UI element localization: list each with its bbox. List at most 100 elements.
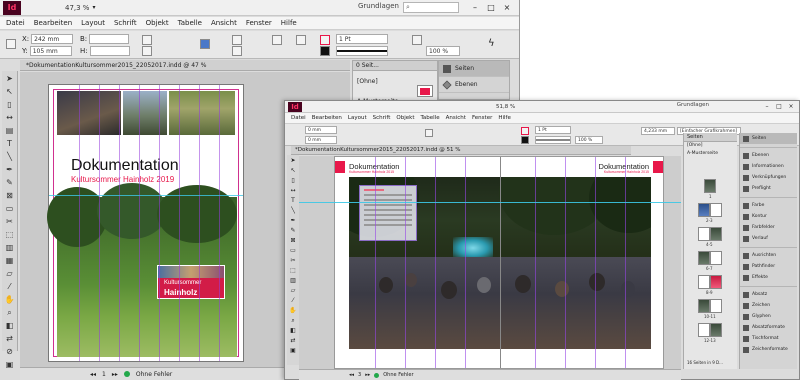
chevron-down-icon[interactable]: ▾ (92, 4, 95, 11)
stroke-type-select[interactable] (535, 136, 571, 144)
preflight-status[interactable]: Ohne Fehler (136, 371, 172, 378)
y-position-field[interactable]: 105 mm (29, 46, 72, 56)
master-none-item[interactable]: [Ohne] (684, 142, 737, 150)
dock-swatches[interactable]: Farbfelder (740, 222, 797, 233)
dock-layers[interactable]: Ebenen (439, 77, 509, 93)
page-thumbnail[interactable] (710, 251, 722, 265)
dock-character[interactable]: Zeichen (740, 300, 797, 311)
stroke-weight-field[interactable]: 1 Pt (535, 126, 571, 134)
note-tool-icon[interactable]: ▱ (289, 287, 298, 295)
selection-tool-icon[interactable]: ➤ (4, 73, 16, 84)
spread-subtitle-left[interactable]: Kultursommer Hainholz 2015 (349, 170, 394, 174)
menu-bearbeiten[interactable]: Bearbeiten (34, 19, 72, 27)
page-thumbnail[interactable] (710, 227, 722, 241)
direct-selection-tool-icon[interactable]: ↖ (289, 167, 298, 175)
menu-tabelle[interactable]: Tabelle (420, 115, 439, 121)
menu-ansicht[interactable]: Ansicht (446, 115, 466, 121)
dock-preflight[interactable]: Preflight (740, 183, 797, 194)
gradient-feather-tool-icon[interactable]: ▦ (4, 255, 16, 266)
rectangle-frame-tool-icon[interactable]: ⊠ (4, 190, 16, 201)
first-page-icon[interactable]: ◂◂ (90, 371, 96, 378)
search-input[interactable]: ⌕ (403, 2, 459, 13)
pen-tool-icon[interactable]: ✒ (289, 217, 298, 225)
last-page-icon[interactable]: ▸▸ (112, 371, 118, 378)
page-tool-icon[interactable]: ▯ (4, 99, 16, 110)
close-icon[interactable]: × (501, 2, 513, 13)
page-thumbnail[interactable] (698, 203, 710, 217)
dock-stroke[interactable]: Kontur (740, 211, 797, 222)
rectangle-tool-icon[interactable]: ▭ (289, 247, 298, 255)
swap-colors-icon[interactable]: ⇄ (4, 333, 16, 344)
master-a-item[interactable]: A-Musterseite (684, 150, 737, 158)
height-field[interactable] (89, 46, 130, 56)
y-position-field[interactable]: 0 mm (305, 136, 337, 144)
document-canvas[interactable]: Dokumentation Kultursommer Hainholz 2015… (299, 156, 681, 369)
rotate-icon[interactable] (232, 35, 242, 45)
line-tool-icon[interactable]: ╲ (4, 151, 16, 162)
menu-layout[interactable]: Layout (81, 19, 105, 27)
minimize-icon[interactable]: – (761, 101, 773, 112)
free-transform-tool-icon[interactable]: ⬚ (289, 267, 298, 275)
menu-bearbeiten[interactable]: Bearbeiten (312, 115, 342, 121)
shear-icon[interactable] (232, 46, 242, 56)
rectangle-tool-icon[interactable]: ▭ (4, 203, 16, 214)
stroke-icon[interactable] (320, 46, 330, 56)
page-thumbnail[interactable] (698, 299, 710, 313)
free-transform-tool-icon[interactable]: ⬚ (4, 229, 16, 240)
menu-objekt[interactable]: Objekt (396, 115, 414, 121)
dock-info[interactable]: Informationen (740, 161, 797, 172)
stroke-weight-field[interactable]: 1 Pt (336, 34, 388, 44)
type-tool-icon[interactable]: T (289, 197, 298, 205)
document-tab[interactable]: *DokumentationKultursommer2015_22052017.… (20, 60, 350, 71)
eyedropper-tool-icon[interactable]: ⁄ (4, 281, 16, 292)
gradient-tool-icon[interactable]: ▥ (4, 242, 16, 253)
pencil-tool-icon[interactable]: ✎ (289, 227, 298, 235)
menu-datei[interactable]: Datei (291, 115, 306, 121)
page-cover[interactable]: Dokumentation Kultursommer Hainholz 2019… (47, 84, 244, 362)
pencil-tool-icon[interactable]: ✎ (4, 177, 16, 188)
page-number-field[interactable]: 1 (102, 371, 106, 378)
hand-tool-icon[interactable]: ✋ (289, 307, 298, 315)
screen-mode-icon[interactable]: ▣ (4, 359, 16, 370)
dock-pages[interactable]: Seiten (439, 61, 509, 77)
dock-gradient[interactable]: Verlauf (740, 233, 797, 244)
first-page-icon[interactable]: ◂◂ (349, 372, 354, 378)
screen-mode-icon[interactable]: ▣ (289, 347, 298, 355)
banner-image[interactable]: Kultursommer Hainholz (157, 265, 225, 299)
fill-icon[interactable] (320, 35, 330, 45)
constrain-icon[interactable] (425, 129, 433, 137)
selection-tool-icon[interactable]: ➤ (289, 157, 298, 165)
preflight-status[interactable]: Ohne Fehler (383, 372, 413, 378)
fill-stroke-swatch-icon[interactable]: ◧ (289, 327, 298, 335)
pages-panel-tab[interactable]: Seiten (684, 133, 737, 142)
constrain-icon[interactable] (200, 39, 210, 49)
page-tool-icon[interactable]: ▯ (289, 177, 298, 185)
content-collector-icon[interactable]: ▤ (4, 125, 16, 136)
zoom-level[interactable]: 47,3 % (65, 4, 89, 12)
dock-table-styles[interactable]: Tischformat (740, 333, 797, 344)
scale-icon[interactable] (142, 35, 152, 45)
menu-fenster[interactable]: Fenster (246, 19, 272, 27)
dock-pages[interactable]: Seiten (740, 133, 797, 144)
note-tool-icon[interactable]: ▱ (4, 268, 16, 279)
stroke-type-select[interactable] (336, 46, 388, 56)
flip-icon[interactable] (272, 35, 282, 45)
page-thumbnail[interactable] (698, 275, 710, 289)
page-thumbnail[interactable] (698, 251, 710, 265)
menu-hilfe[interactable]: Hilfe (498, 115, 511, 121)
width-field[interactable] (89, 34, 130, 44)
dock-layers[interactable]: Ebenen (740, 150, 797, 161)
gap-tool-icon[interactable]: ↔ (289, 187, 298, 195)
x-position-field[interactable]: 242 mm (31, 34, 74, 44)
fill-icon[interactable] (521, 127, 529, 135)
dock-pathfinder[interactable]: Pathfinder (740, 261, 797, 272)
dock-effects[interactable]: Effekte (740, 272, 797, 283)
fill-stroke-swatch-icon[interactable]: ◧ (4, 320, 16, 331)
apply-none-icon[interactable]: ⊘ (4, 346, 16, 357)
maximize-icon[interactable]: □ (485, 2, 497, 13)
maximize-icon[interactable]: □ (773, 101, 785, 112)
opacity-field[interactable]: 100 % (426, 46, 460, 56)
gradient-tool-icon[interactable]: ▥ (289, 277, 298, 285)
page-title[interactable]: Dokumentation (71, 157, 179, 175)
reference-point-icon[interactable] (6, 39, 16, 49)
